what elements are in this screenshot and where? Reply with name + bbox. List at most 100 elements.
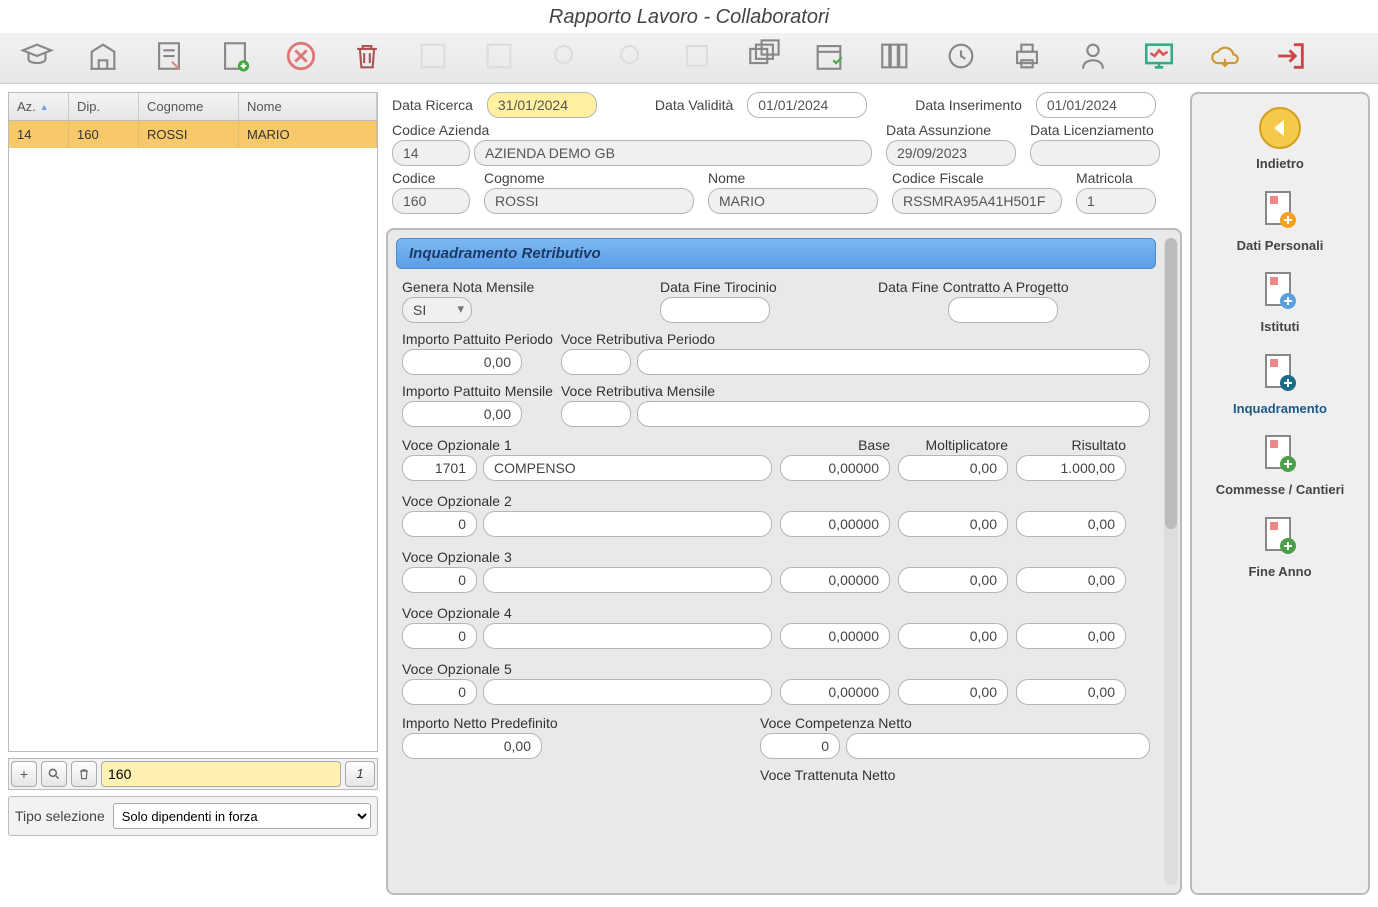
cognome-input bbox=[484, 188, 694, 214]
codice-input bbox=[392, 188, 470, 214]
voce-opz-label: Voce Opzionale 3 bbox=[402, 549, 772, 565]
nav-inquadramento[interactable]: Inquadramento bbox=[1196, 349, 1364, 417]
form-scrollbar[interactable] bbox=[1164, 238, 1178, 885]
voce-retr-periodo-code[interactable] bbox=[561, 349, 631, 375]
voce-opz-code[interactable] bbox=[402, 455, 477, 481]
voce-opz-code[interactable] bbox=[402, 679, 477, 705]
col-header-nome[interactable]: Nome bbox=[239, 93, 377, 120]
data-assunzione-label: Data Assunzione bbox=[886, 122, 1016, 138]
col-header-dip[interactable]: Dip. bbox=[69, 93, 139, 120]
cell-dip: 160 bbox=[69, 121, 139, 148]
col-header-cognome[interactable]: Cognome bbox=[139, 93, 239, 120]
cloud-icon[interactable] bbox=[1206, 37, 1244, 75]
result-count: 1 bbox=[345, 761, 375, 787]
voce-opz-desc[interactable] bbox=[483, 511, 772, 537]
voce-opz-code[interactable] bbox=[402, 511, 477, 537]
add-button[interactable]: + bbox=[11, 761, 37, 787]
codice-label: Codice bbox=[392, 170, 470, 186]
ris-input[interactable] bbox=[1016, 511, 1126, 537]
printer-icon[interactable] bbox=[1008, 37, 1046, 75]
doc-edit-icon[interactable] bbox=[150, 37, 188, 75]
voce-opz-desc[interactable] bbox=[483, 623, 772, 649]
nome-label: Nome bbox=[708, 170, 878, 186]
nav-commesse[interactable]: Commesse / Cantieri bbox=[1196, 430, 1364, 498]
data-fine-tirocinio-label: Data Fine Tirocinio bbox=[660, 279, 870, 295]
center-panel: Data Ricerca Data Validità Data Inserime… bbox=[386, 92, 1182, 895]
base-input[interactable] bbox=[780, 623, 890, 649]
molt-input[interactable] bbox=[898, 455, 1008, 481]
cancel-icon[interactable] bbox=[282, 37, 320, 75]
disabled-icon-1 bbox=[414, 37, 452, 75]
molt-input[interactable] bbox=[898, 679, 1008, 705]
right-nav: Indietro Dati Personali Istituti Inquadr… bbox=[1190, 92, 1370, 895]
grid-body[interactable]: 14 160 ROSSI MARIO bbox=[9, 121, 377, 751]
search-button[interactable] bbox=[41, 761, 67, 787]
voce-retr-mensile-desc[interactable] bbox=[637, 401, 1150, 427]
imp-patt-periodo-input[interactable] bbox=[402, 349, 522, 375]
data-validita-input[interactable] bbox=[747, 92, 867, 118]
imp-netto-input[interactable] bbox=[402, 733, 542, 759]
archive-icon[interactable] bbox=[876, 37, 914, 75]
base-label: Base bbox=[780, 437, 890, 453]
voce-comp-netto-desc[interactable] bbox=[846, 733, 1150, 759]
grid-row[interactable]: 14 160 ROSSI MARIO bbox=[9, 121, 377, 148]
genera-nota-select[interactable]: SI bbox=[402, 297, 472, 323]
grid-footer: + 1 bbox=[8, 758, 378, 790]
molt-input[interactable] bbox=[898, 511, 1008, 537]
codice-azienda-input[interactable] bbox=[392, 140, 470, 166]
disabled-icon-5 bbox=[678, 37, 716, 75]
molt-label: Moltiplicatore bbox=[898, 437, 1008, 453]
voce-comp-netto-code[interactable] bbox=[760, 733, 840, 759]
windows-icon[interactable] bbox=[744, 37, 782, 75]
data-fine-contratto-label: Data Fine Contratto A Progetto bbox=[878, 279, 1069, 295]
ris-input[interactable] bbox=[1016, 679, 1126, 705]
selection-label: Tipo selezione bbox=[15, 808, 105, 824]
building-icon[interactable] bbox=[84, 37, 122, 75]
disabled-icon-4 bbox=[612, 37, 650, 75]
ris-label: Risultato bbox=[1016, 437, 1126, 453]
nav-fine-anno[interactable]: Fine Anno bbox=[1196, 512, 1364, 580]
clock-icon[interactable] bbox=[942, 37, 980, 75]
molt-input[interactable] bbox=[898, 623, 1008, 649]
molt-input[interactable] bbox=[898, 567, 1008, 593]
data-fine-contratto-input[interactable] bbox=[948, 297, 1058, 323]
data-ricerca-label: Data Ricerca bbox=[392, 97, 473, 113]
base-input[interactable] bbox=[780, 455, 890, 481]
voce-opz-code[interactable] bbox=[402, 567, 477, 593]
doc-icon bbox=[1256, 430, 1304, 478]
data-ricerca-input[interactable] bbox=[487, 92, 597, 118]
delete-button[interactable] bbox=[71, 761, 97, 787]
genera-nota-label: Genera Nota Mensile bbox=[402, 279, 652, 295]
trash-icon[interactable] bbox=[348, 37, 386, 75]
data-fine-tirocinio-input[interactable] bbox=[660, 297, 770, 323]
base-input[interactable] bbox=[780, 679, 890, 705]
data-licenziamento-input bbox=[1030, 140, 1160, 166]
nav-dati-personali[interactable]: Dati Personali bbox=[1196, 186, 1364, 254]
data-inserimento-input[interactable] bbox=[1036, 92, 1156, 118]
calendar-check-icon[interactable] bbox=[810, 37, 848, 75]
left-panel: Az. ▲ Dip. Cognome Nome 14 160 ROSSI MAR… bbox=[8, 92, 378, 895]
voce-opz-desc[interactable] bbox=[483, 679, 772, 705]
imp-patt-mensile-input[interactable] bbox=[402, 401, 522, 427]
cf-label: Codice Fiscale bbox=[892, 170, 1062, 186]
search-input[interactable] bbox=[101, 761, 341, 787]
selection-dropdown[interactable]: Solo dipendenti in forza bbox=[113, 803, 371, 829]
nav-indietro[interactable]: Indietro bbox=[1196, 104, 1364, 172]
base-input[interactable] bbox=[780, 567, 890, 593]
voce-retr-mensile-code[interactable] bbox=[561, 401, 631, 427]
base-input[interactable] bbox=[780, 511, 890, 537]
exit-icon[interactable] bbox=[1272, 37, 1310, 75]
ris-input[interactable] bbox=[1016, 455, 1126, 481]
col-header-az[interactable]: Az. ▲ bbox=[9, 93, 69, 120]
voce-opz-desc[interactable] bbox=[483, 567, 772, 593]
doc-add-icon[interactable] bbox=[216, 37, 254, 75]
monitor-icon[interactable] bbox=[1140, 37, 1178, 75]
voce-retr-periodo-desc[interactable] bbox=[637, 349, 1150, 375]
ris-input[interactable] bbox=[1016, 567, 1126, 593]
nav-istituti[interactable]: Istituti bbox=[1196, 267, 1364, 335]
support-icon[interactable] bbox=[1074, 37, 1112, 75]
voce-opz-code[interactable] bbox=[402, 623, 477, 649]
voce-opz-desc[interactable] bbox=[483, 455, 772, 481]
user-grad-icon[interactable] bbox=[18, 37, 56, 75]
ris-input[interactable] bbox=[1016, 623, 1126, 649]
